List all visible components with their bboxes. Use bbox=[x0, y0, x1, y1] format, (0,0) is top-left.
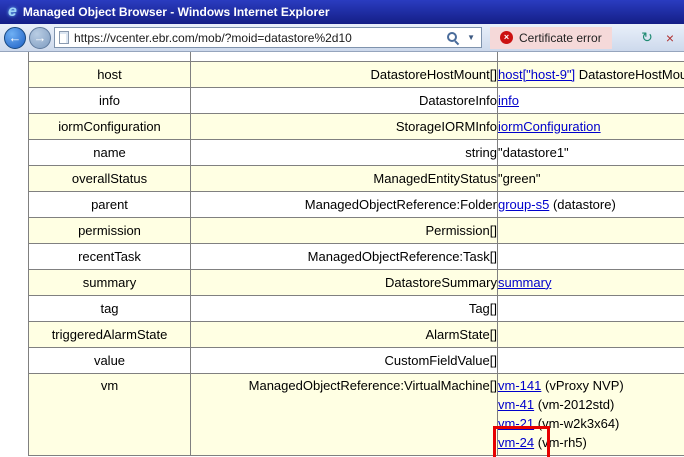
table-row-iormconfiguration: iormConfiguration StorageIORMInfo iormCo… bbox=[29, 113, 684, 139]
property-type: DatastoreInfo bbox=[191, 87, 498, 113]
property-name: overallStatus bbox=[29, 165, 191, 191]
page-icon bbox=[59, 31, 69, 44]
value-text: "green" bbox=[498, 171, 540, 186]
property-value: host["host-9"] DatastoreHostMount bbox=[498, 61, 684, 87]
property-name: host bbox=[29, 61, 191, 87]
search-icon[interactable] bbox=[446, 31, 460, 45]
vm-link[interactable]: vm-24 bbox=[498, 435, 534, 450]
vm-label: (vm-rh5) bbox=[538, 435, 587, 450]
table-row-vm: vm ManagedObjectReference:VirtualMachine… bbox=[29, 373, 684, 455]
certificate-error-label: Certificate error bbox=[519, 31, 602, 45]
property-name: triggeredAlarmState bbox=[29, 321, 191, 347]
certificate-error-icon: × bbox=[500, 31, 513, 44]
certificate-error-badge[interactable]: × Certificate error bbox=[490, 27, 612, 49]
property-value: summary bbox=[498, 269, 684, 295]
table-row-summary: summary DatastoreSummary summary bbox=[29, 269, 684, 295]
property-name: vm bbox=[29, 373, 191, 455]
property-name: info bbox=[29, 87, 191, 113]
property-name: permission bbox=[29, 217, 191, 243]
property-type: AlarmState[] bbox=[191, 321, 498, 347]
vm-label: (vm-w2k3x64) bbox=[538, 416, 620, 431]
property-type: DatastoreHostMount[] bbox=[191, 61, 498, 87]
table-row-overallstatus: overallStatus ManagedEntityStatus "green… bbox=[29, 165, 684, 191]
property-type: DatastoreSummary bbox=[191, 269, 498, 295]
table-row-permission: permission Permission[] bbox=[29, 217, 684, 243]
property-type: CustomFieldValue[] bbox=[191, 347, 498, 373]
property-value: group-s5 (datastore) bbox=[498, 191, 684, 217]
url-text[interactable]: https://vcenter.ebr.com/mob/?moid=datast… bbox=[74, 31, 441, 45]
ie-logo-icon: e bbox=[8, 4, 17, 20]
property-value: iormConfiguration bbox=[498, 113, 684, 139]
property-value bbox=[498, 295, 684, 321]
property-value: vm-141 (vProxy NVP) vm-41 (vm-2012std) v… bbox=[498, 373, 684, 455]
property-value bbox=[498, 347, 684, 373]
stop-icon: × bbox=[666, 30, 674, 46]
forward-button[interactable]: → bbox=[29, 27, 51, 49]
table-row-tag: tag Tag[] bbox=[29, 295, 684, 321]
table-row-host: host DatastoreHostMount[] host["host-9"]… bbox=[29, 61, 684, 87]
property-value: "datastore1" bbox=[498, 139, 684, 165]
property-type: StorageIORMInfo bbox=[191, 113, 498, 139]
value-text: "datastore1" bbox=[498, 145, 569, 160]
refresh-button[interactable]: ↻ bbox=[637, 28, 657, 48]
vm-link[interactable]: vm-21 bbox=[498, 416, 534, 431]
property-type: Tag[] bbox=[191, 295, 498, 321]
property-name: value bbox=[29, 347, 191, 373]
property-name: tag bbox=[29, 295, 191, 321]
property-type: ManagedEntityStatus bbox=[191, 165, 498, 191]
property-type: string bbox=[191, 139, 498, 165]
vm-entry: vm-21 (vm-w2k3x64) bbox=[498, 414, 684, 433]
properties-table: host DatastoreHostMount[] host["host-9"]… bbox=[28, 52, 684, 456]
property-type: ManagedObjectReference:VirtualMachine[] bbox=[191, 373, 498, 455]
property-value: info bbox=[498, 87, 684, 113]
property-value bbox=[498, 243, 684, 269]
property-type: ManagedObjectReference:Task[] bbox=[191, 243, 498, 269]
titlebar: e Managed Object Browser - Windows Inter… bbox=[0, 0, 684, 24]
property-name: recentTask bbox=[29, 243, 191, 269]
property-name: summary bbox=[29, 269, 191, 295]
value-link[interactable]: iormConfiguration bbox=[498, 119, 601, 134]
navbar: ← → https://vcenter.ebr.com/mob/?moid=da… bbox=[0, 24, 684, 52]
vm-label: (vm-2012std) bbox=[538, 397, 615, 412]
property-value bbox=[498, 321, 684, 347]
value-link[interactable]: summary bbox=[498, 275, 551, 290]
table-row-recenttask: recentTask ManagedObjectReference:Task[] bbox=[29, 243, 684, 269]
address-dropdown-icon[interactable]: ▼ bbox=[465, 33, 477, 42]
vm-entry: vm-141 (vProxy NVP) bbox=[498, 376, 684, 395]
value-link[interactable]: group-s5 bbox=[498, 197, 549, 212]
value-text: (datastore) bbox=[553, 197, 616, 212]
table-row-info: info DatastoreInfo info bbox=[29, 87, 684, 113]
vm-entry: vm-24 (vm-rh5) bbox=[498, 433, 684, 452]
address-bar[interactable]: https://vcenter.ebr.com/mob/?moid=datast… bbox=[54, 27, 482, 48]
forward-arrow-icon: → bbox=[34, 31, 47, 44]
property-type: Permission[] bbox=[191, 217, 498, 243]
value-link[interactable]: host["host-9"] bbox=[498, 67, 575, 82]
property-name: name bbox=[29, 139, 191, 165]
vm-link[interactable]: vm-141 bbox=[498, 378, 541, 393]
vm-entry: vm-41 (vm-2012std) bbox=[498, 395, 684, 414]
value-text: DatastoreHostMount bbox=[579, 67, 684, 82]
page-content: host DatastoreHostMount[] host["host-9"]… bbox=[0, 52, 684, 457]
property-type: ManagedObjectReference:Folder bbox=[191, 191, 498, 217]
value-link[interactable]: info bbox=[498, 93, 519, 108]
property-value bbox=[498, 217, 684, 243]
vm-link[interactable]: vm-41 bbox=[498, 397, 534, 412]
table-row-name: name string "datastore1" bbox=[29, 139, 684, 165]
back-arrow-icon: ← bbox=[9, 31, 22, 44]
back-button[interactable]: ← bbox=[4, 27, 26, 49]
stop-button[interactable]: × bbox=[660, 28, 680, 48]
table-row-value: value CustomFieldValue[] bbox=[29, 347, 684, 373]
table-row-parent: parent ManagedObjectReference:Folder gro… bbox=[29, 191, 684, 217]
property-name: iormConfiguration bbox=[29, 113, 191, 139]
table-row-triggeredalarmstate: triggeredAlarmState AlarmState[] bbox=[29, 321, 684, 347]
refresh-icon: ↻ bbox=[641, 29, 653, 46]
vm-label: (vProxy NVP) bbox=[545, 378, 624, 393]
navbar-right-buttons: ↻ × bbox=[637, 28, 680, 48]
property-value: "green" bbox=[498, 165, 684, 191]
property-name: parent bbox=[29, 191, 191, 217]
table-row-partial bbox=[29, 52, 684, 61]
window-title: Managed Object Browser - Windows Interne… bbox=[23, 5, 330, 19]
